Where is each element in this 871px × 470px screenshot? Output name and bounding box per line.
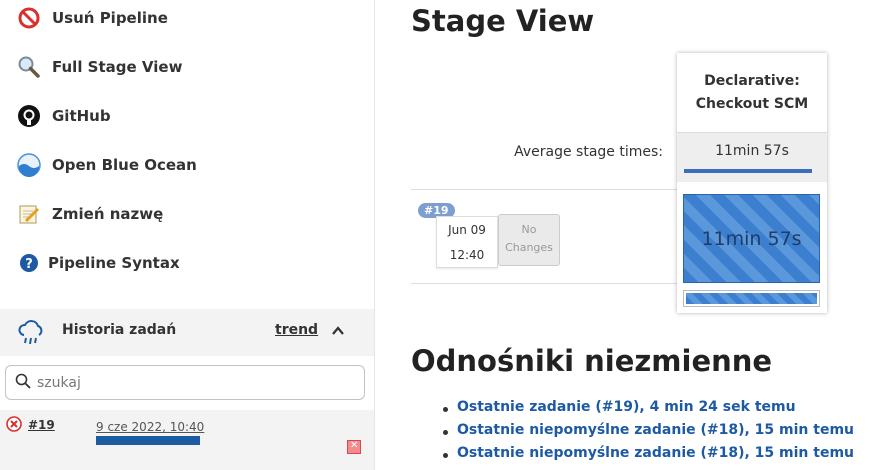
sidebar-item-label: Pipeline Syntax bbox=[48, 254, 180, 272]
no-entry-icon bbox=[16, 5, 42, 31]
abort-build-icon[interactable] bbox=[347, 440, 361, 454]
notepad-pencil-icon bbox=[16, 201, 42, 227]
sidebar-item-open-blue-ocean[interactable]: Open Blue Ocean bbox=[16, 150, 197, 180]
sidebar-item-pipeline-syntax[interactable]: ? Pipeline Syntax bbox=[16, 248, 180, 278]
sidebar-item-label: Full Stage View bbox=[52, 58, 183, 76]
stage-average-time: 11min 57s bbox=[715, 143, 789, 159]
sidebar-item-full-stage-view[interactable]: Full Stage View bbox=[16, 52, 182, 82]
build-progress-bar bbox=[96, 436, 200, 445]
stage-cell[interactable]: 11min 57s bbox=[683, 194, 820, 283]
run-date-time: 12:40 bbox=[449, 248, 485, 262]
stage-average-bar bbox=[684, 169, 812, 173]
run-changes-line: Changes bbox=[505, 241, 553, 254]
rain-cloud-icon bbox=[17, 320, 45, 350]
chevron-up-icon[interactable] bbox=[331, 323, 345, 342]
run-changes[interactable]: No Changes bbox=[498, 214, 560, 266]
sidebar-item-rename[interactable]: Zmień nazwę bbox=[16, 199, 163, 229]
build-date-link[interactable]: 9 cze 2022, 10:40 bbox=[96, 420, 204, 434]
sidebar-item-github[interactable]: GitHub bbox=[16, 101, 111, 131]
run-date: Jun 09 12:40 bbox=[436, 216, 498, 268]
blue-ocean-icon bbox=[16, 152, 42, 178]
sidebar: Usuń Pipeline Full Stage View GitHub Ope… bbox=[0, 0, 375, 470]
permalink-item[interactable]: Ostatnie niepomyślne zadanie (#18), 15 m… bbox=[442, 445, 854, 468]
stage-cell-time: 11min 57s bbox=[701, 227, 802, 250]
help-icon: ? bbox=[16, 250, 42, 276]
permalinks-list: Ostatnie zadanie (#19), 4 min 24 sek tem… bbox=[442, 399, 854, 468]
magnifier-icon bbox=[16, 54, 42, 80]
permalink-item[interactable]: Ostatnie niepomyślne zadanie (#18), 15 m… bbox=[442, 422, 854, 445]
search-icon bbox=[15, 373, 31, 393]
sidebar-item-delete-pipeline[interactable]: Usuń Pipeline bbox=[16, 3, 168, 33]
permalinks-title: Odnośniki niezmienne bbox=[411, 344, 773, 378]
build-history-title: Historia zadań bbox=[62, 322, 177, 338]
search-input[interactable] bbox=[37, 374, 337, 391]
trend-link[interactable]: trend bbox=[275, 322, 318, 338]
page-title: Stage View bbox=[411, 4, 595, 38]
build-search-field[interactable] bbox=[5, 365, 365, 400]
svg-text:?: ? bbox=[25, 257, 33, 272]
sidebar-item-label: Usuń Pipeline bbox=[52, 9, 168, 27]
permalink-item[interactable]: Ostatnie zadanie (#19), 4 min 24 sek tem… bbox=[442, 399, 854, 422]
average-stage-times-label: Average stage times: bbox=[514, 144, 663, 160]
stage-cell-progress-fill bbox=[686, 293, 817, 304]
github-icon bbox=[16, 103, 42, 129]
failed-status-icon bbox=[6, 416, 22, 436]
stage-average: 11min 57s bbox=[677, 132, 827, 182]
build-number-link[interactable]: #19 bbox=[28, 418, 55, 432]
sidebar-item-label: Zmień nazwę bbox=[52, 205, 164, 223]
stage-cell-progress bbox=[683, 290, 820, 307]
run-changes-line: No bbox=[521, 223, 537, 236]
run-date-day: Jun 09 bbox=[448, 223, 486, 237]
stage-column: Declarative: Checkout SCM 11min 57s 11mi… bbox=[677, 53, 827, 313]
build-history-row: #19 9 cze 2022, 10:40 bbox=[0, 410, 374, 470]
stage-run-row: #19 Jun 09 12:40 No Changes bbox=[411, 189, 681, 284]
stage-header: Declarative: Checkout SCM bbox=[695, 72, 809, 112]
sidebar-item-label: Open Blue Ocean bbox=[52, 156, 197, 174]
build-history-header: Historia zadań trend bbox=[0, 309, 374, 356]
sidebar-item-label: GitHub bbox=[52, 107, 111, 125]
